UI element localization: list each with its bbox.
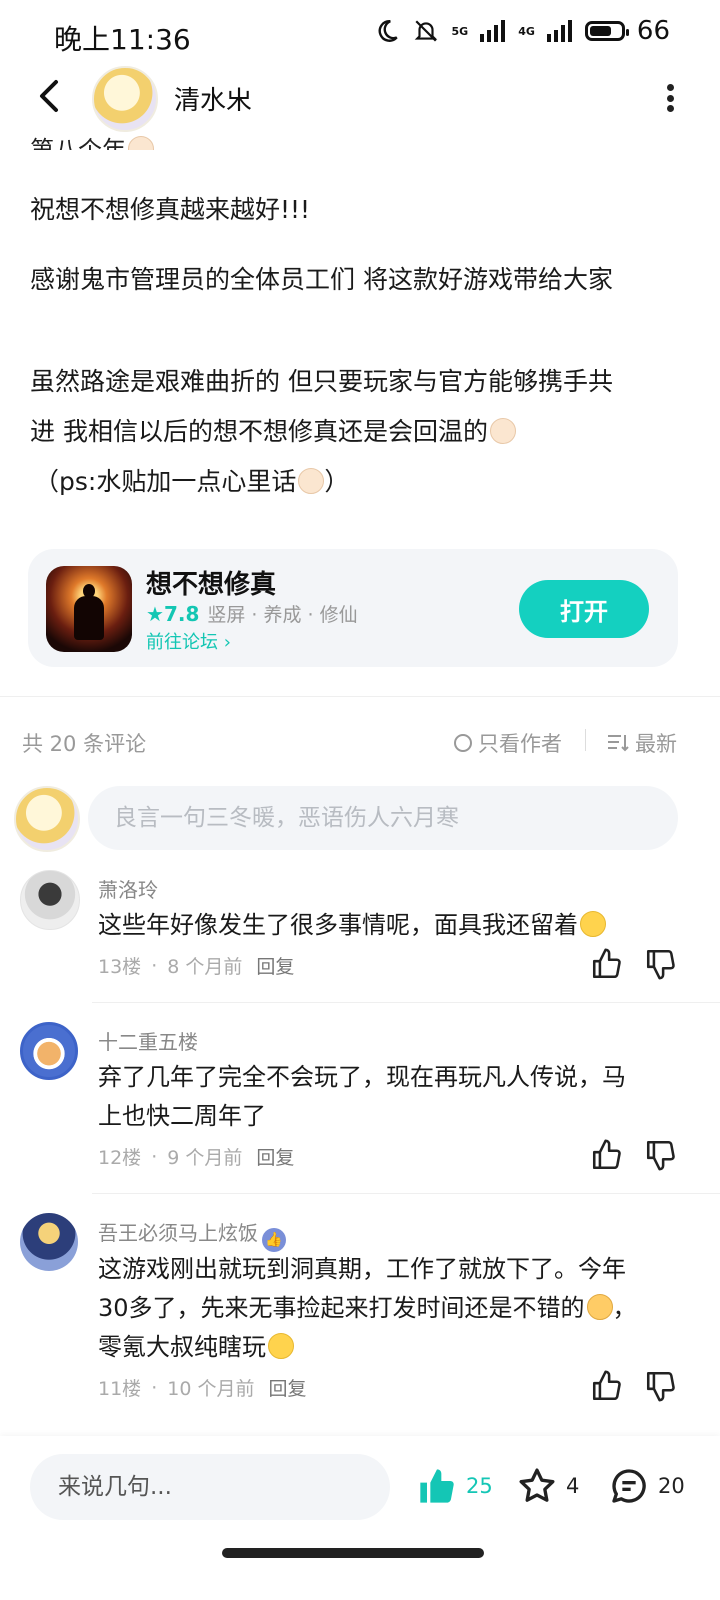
favorite-button[interactable]: 4 [516, 1466, 579, 1506]
emoji-icon [128, 136, 154, 150]
chevron-right-icon: › [223, 632, 231, 653]
comment-meta: 13楼 · 8 个月前 回复 [98, 952, 294, 979]
separator [585, 729, 586, 751]
emoji-icon [586, 1294, 613, 1320]
comment-divider [92, 1002, 720, 1003]
cat-emoji-icon [489, 418, 516, 444]
thumbs-down-icon[interactable] [644, 1369, 678, 1403]
signal-icon-2 [546, 20, 572, 42]
sort-icon [608, 735, 629, 752]
back-arrow-icon[interactable] [30, 76, 70, 116]
thumbs-up-icon[interactable] [590, 1369, 624, 1403]
moon-icon [378, 20, 398, 42]
reply-button[interactable]: 回复 [256, 952, 294, 979]
thumbs-up-icon[interactable] [590, 1138, 624, 1172]
reply-button[interactable]: 回复 [268, 1374, 306, 1401]
commenter-avatar[interactable] [20, 870, 80, 930]
star-icon[interactable] [516, 1466, 558, 1506]
commenter-name[interactable]: 十二重五楼 [98, 1026, 198, 1055]
comment-text-line-3: 零氪大叔纯瞎玩 [98, 1328, 668, 1367]
only-author-toggle[interactable]: 只看作者 [454, 728, 562, 758]
open-game-button[interactable]: 打开 [519, 580, 649, 638]
status-time: 晚上11:36 [54, 23, 191, 56]
forum-link[interactable]: 前往论坛 › [146, 628, 231, 654]
sort-button[interactable]: 最新 [607, 728, 677, 758]
battery-level: 66 [636, 16, 670, 46]
game-rating: ★7.8 竖屏 · 养成 · 修仙 [146, 600, 358, 627]
verified-badge-icon: 👍 [262, 1228, 286, 1252]
post-paragraph-4: （ps:水贴加一点心里话） [34, 467, 350, 496]
commenter-name[interactable]: 吾王必须马上炫饭 👍 [98, 1217, 286, 1252]
cat-emoji-icon [298, 468, 325, 494]
more-options-icon[interactable] [666, 84, 674, 112]
comment-text: 这些年好像发生了很多事情呢，面具我还留着 [98, 906, 668, 945]
my-avatar [14, 786, 80, 852]
comment-meta: 11楼 · 10 个月前 回复 [98, 1374, 306, 1401]
divider [0, 696, 720, 697]
reply-button[interactable]: 回复 [256, 1143, 294, 1170]
comment-divider [92, 1193, 720, 1194]
home-indicator[interactable] [222, 1548, 484, 1558]
status-icons: 5G 4G 66 [374, 16, 670, 46]
game-tags: 竖屏 · 养成 · 修仙 [207, 604, 358, 626]
author-name[interactable]: 清水𣎵 [174, 80, 252, 117]
comment-text-line-1: 这游戏刚出就玩到洞真期，工作了就放下了。今年 [98, 1255, 626, 1283]
comment-count: 共 20 条评论 [22, 732, 147, 756]
commenter-avatar[interactable] [20, 1213, 78, 1271]
post-paragraph-2: 感谢鬼市管理员的全体员工们 将这款好游戏带给大家 [30, 265, 613, 294]
mute-bell-icon [414, 20, 437, 42]
network-4g-label: 4G [518, 24, 535, 38]
commenter-name[interactable]: 萧洛玲 [98, 874, 158, 903]
comment-bubble-icon[interactable] [608, 1466, 650, 1506]
blush-emoji-icon [580, 911, 606, 937]
thumbs-down-icon[interactable] [644, 1138, 678, 1172]
signal-icon-1 [480, 20, 506, 42]
comment-meta: 12楼 · 9 个月前 回复 [98, 1143, 294, 1170]
post-paragraph-1: 祝想不想修真越来越好!!! [30, 195, 311, 224]
thumbs-up-filled-icon[interactable] [416, 1466, 458, 1506]
thumbs-up-icon[interactable] [590, 947, 624, 981]
game-icon[interactable] [46, 566, 132, 652]
comment-input[interactable] [88, 786, 678, 850]
network-5g-label: 5G [451, 24, 469, 38]
comment-text-line-2: 30多了，先来无事捡起来打发时间还是不错的， [98, 1294, 637, 1322]
comment-text-line-1: 弃了几年了完全不会玩了，现在再玩凡人传说，马 [98, 1063, 626, 1091]
radio-icon[interactable] [454, 734, 472, 752]
say-something-input[interactable] [30, 1454, 390, 1520]
game-title[interactable]: 想不想修真 [146, 564, 276, 601]
battery-icon [584, 21, 629, 41]
post-paragraph-3a: 虽然路途是艰难曲折的 但只要玩家与官方能够携手共 [30, 367, 613, 396]
smile-emoji-icon [268, 1333, 294, 1359]
commenter-avatar[interactable] [20, 1022, 78, 1080]
post-paragraph-3b: 进 我相信以后的想不想修真还是会回温的 [30, 408, 670, 456]
post-text-cut: 第八个年 [30, 126, 154, 150]
comment-button[interactable]: 20 [608, 1466, 685, 1506]
game-score: ★7.8 [146, 601, 200, 626]
thumbs-down-icon[interactable] [644, 947, 678, 981]
comment-text-line-2: 上也快二周年了 [98, 1102, 266, 1130]
like-button[interactable]: 25 [416, 1466, 493, 1506]
author-avatar[interactable] [92, 66, 158, 132]
